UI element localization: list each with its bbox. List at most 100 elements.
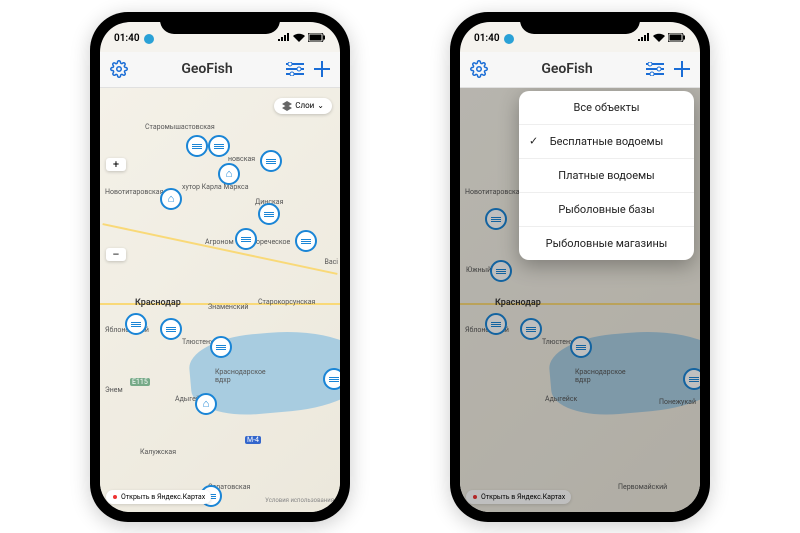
city-label: Краснодарское вдхр [575,368,626,384]
dropdown-item-label: Все объекты [574,101,640,114]
layers-label: Слои [295,101,314,110]
map-marker[interactable] [260,150,282,172]
dropdown-item-free[interactable]: ✓ Бесплатные водоемы [519,125,694,159]
map-marker[interactable] [160,318,182,340]
telegram-icon [504,34,514,44]
filter-icon[interactable] [646,62,664,76]
map-marker[interactable] [490,260,512,282]
header: GeoFish [460,52,700,88]
open-yandex-label: Открыть в Яндекс.Картах [481,493,565,501]
map-attribution[interactable]: Условия использования [265,497,334,504]
status-time: 01:40 [114,33,140,44]
city-label: Энем [105,386,123,394]
city-label: Тлюстенхабль [542,338,589,346]
header-title: GeoFish [541,61,592,77]
screen-right: 01:40 GeoFish [460,22,700,512]
phone-left: 01:40 GeoFish [90,12,350,522]
road-badge: Е115 [130,378,150,386]
city-label: вореческое [252,238,290,246]
gear-icon[interactable] [470,60,488,78]
map[interactable]: Новотитаровская Южный Краснодар Яблоновс… [460,88,700,512]
gear-icon[interactable] [110,60,128,78]
wifi-icon [653,33,665,45]
map-marker[interactable] [125,313,147,335]
dropdown-item-shops[interactable]: Рыболовные магазины [519,227,694,260]
city-label: Понежукай [659,398,696,406]
city-label: Краснодарское вдхр [215,368,266,384]
city-label: Знаменский [208,303,248,311]
add-icon[interactable] [674,61,690,77]
wifi-icon [293,33,305,45]
open-yandex-button[interactable]: Открыть в Яндекс.Картах [466,490,571,504]
layers-icon [282,101,292,111]
phone-right: 01:40 GeoFish [450,12,710,522]
map-marker[interactable] [485,313,507,335]
status-time: 01:40 [474,33,500,44]
city-label: Адыгейск [545,395,577,403]
zoom-out-button[interactable]: – [106,248,126,261]
phone-notch [160,12,280,34]
battery-icon [668,33,686,45]
map[interactable]: Старомышастовская новская Новотитаровска… [100,88,340,512]
battery-icon [308,33,326,45]
city-label: Новотитаровская [465,188,523,196]
filter-icon[interactable] [286,62,304,76]
dropdown-item-label: Рыболовные базы [558,203,654,216]
map-marker-count[interactable] [323,368,340,390]
status-left: 01:40 [474,33,514,44]
road-badge: М-4 [245,436,261,444]
signal-icon [638,33,650,44]
map-marker[interactable] [210,336,232,358]
screen-left: 01:40 GeoFish [100,22,340,512]
map-marker[interactable] [258,203,280,225]
zoom-in-button[interactable]: + [106,158,126,171]
map-marker-home[interactable] [218,163,240,185]
status-right [638,33,686,45]
city-label: Новотитаровская [105,188,163,196]
add-icon[interactable] [314,61,330,77]
map-marker[interactable] [186,135,208,157]
telegram-icon [144,34,154,44]
dropdown-item-bases[interactable]: Рыболовные базы [519,193,694,227]
header: GeoFish [100,52,340,88]
layers-button[interactable]: Слои ⌄ [274,98,332,114]
map-marker[interactable] [520,318,542,340]
dropdown-item-all[interactable]: Все объекты [519,91,694,125]
status-right [278,33,326,45]
dropdown-item-label: Рыболовные магазины [546,237,668,250]
city-label: новская [228,155,255,163]
status-left: 01:40 [114,33,154,44]
open-yandex-button[interactable]: Открыть в Яндекс.Картах [106,490,211,504]
map-marker[interactable] [295,230,317,252]
city-label: Агроном [205,238,234,246]
city-label: хутор Карла Маркса [182,183,249,191]
city-label-main: Краснодар [135,298,181,308]
map-marker[interactable] [235,228,257,250]
map-marker-count[interactable] [683,368,700,390]
road [460,303,700,305]
dropdown-item-label: Бесплатные водоемы [550,135,664,148]
map-marker[interactable] [208,135,230,157]
signal-icon [278,33,290,44]
map-marker[interactable] [570,336,592,358]
city-label: Яблоновский [465,326,509,334]
header-title: GeoFish [181,61,232,77]
map-marker-home[interactable] [160,188,182,210]
city-label: Васі [324,258,338,266]
city-label: Южный [466,266,491,274]
water-reservoir [547,324,700,419]
city-label: Старокорсунская [258,298,315,306]
dropdown-item-paid[interactable]: Платные водоемы [519,159,694,193]
chevron-down-icon: ⌄ [317,101,324,110]
yandex-pin-icon [112,494,118,500]
phone-notch [520,12,640,34]
check-icon: ✓ [529,135,538,148]
city-label-main: Краснодар [495,298,541,308]
filter-dropdown: Все объекты ✓ Бесплатные водоемы Платные… [519,91,694,260]
city-label: Калужская [140,448,176,456]
city-label: Первомайский [618,483,667,491]
map-marker-home[interactable] [195,393,217,415]
city-label: Старомышастовская [145,123,215,131]
open-yandex-label: Открыть в Яндекс.Картах [121,493,205,501]
map-marker[interactable] [485,208,507,230]
